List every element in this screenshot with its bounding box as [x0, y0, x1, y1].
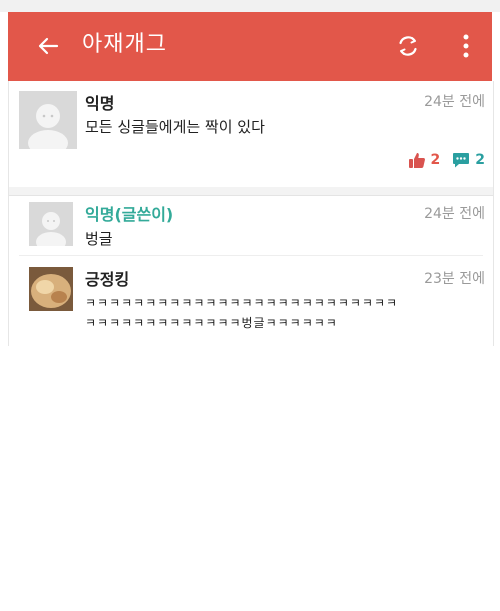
avatar [29, 202, 73, 246]
like-count: 2 [430, 152, 441, 168]
more-vertical-icon [463, 34, 469, 58]
page-title: 아재개그 [82, 32, 167, 57]
user-photo-icon [29, 267, 73, 311]
post-author: 익명 [85, 94, 115, 113]
comment-content-line-1: ㅋㅋㅋㅋㅋㅋㅋㅋㅋㅋㅋㅋㅋㅋㅋㅋㅋㅋㅋㅋㅋㅋㅋㅋㅋㅋ [85, 296, 399, 310]
comment-author: 익명(글쓴이) [85, 205, 174, 224]
comment-author: 긍정킹 [85, 270, 130, 289]
comment-stat[interactable]: 2 [452, 151, 485, 169]
avatar [29, 267, 73, 311]
comment-content-line-2: ㅋㅋㅋㅋㅋㅋㅋㅋㅋㅋㅋㅋㅋ벙글ㅋㅋㅋㅋㅋㅋ [85, 316, 338, 330]
post-time: 24분 전에 [424, 94, 485, 110]
row-divider [19, 255, 483, 256]
like-stat[interactable]: 2 [408, 151, 441, 169]
default-avatar-icon [19, 91, 77, 149]
post-content: 모든 싱글들에게는 짝이 있다 [85, 118, 265, 136]
default-avatar-icon [29, 202, 73, 246]
app-bar: 아재개그 [8, 12, 492, 81]
section-divider [9, 187, 493, 196]
post-thread: 익명 24분 전에 모든 싱글들에게는 짝이 있다 2 2 익명(글쓴이) 24… [8, 81, 494, 346]
original-post[interactable]: 익명 24분 전에 모든 싱글들에게는 짝이 있다 2 2 [9, 81, 493, 188]
comment-time: 23분 전에 [424, 271, 485, 287]
back-button[interactable] [34, 32, 62, 60]
arrow-left-icon [38, 37, 59, 55]
comment-content: 벙글 [85, 230, 113, 248]
avatar [19, 91, 77, 149]
comment-time: 24분 전에 [424, 206, 485, 222]
comment-count: 2 [475, 152, 485, 168]
more-options-button[interactable] [456, 30, 476, 62]
comment-icon [453, 153, 470, 168]
refresh-button[interactable] [392, 30, 424, 62]
status-strip [0, 0, 500, 12]
app-screen: 아재개그 익명 24분 전에 모든 싱글들에게는 짝이 있다 2 2 익명(글쓴… [0, 0, 500, 611]
refresh-icon [399, 36, 417, 56]
post-stats: 2 2 [396, 150, 485, 170]
thumbs-up-icon [408, 153, 425, 168]
